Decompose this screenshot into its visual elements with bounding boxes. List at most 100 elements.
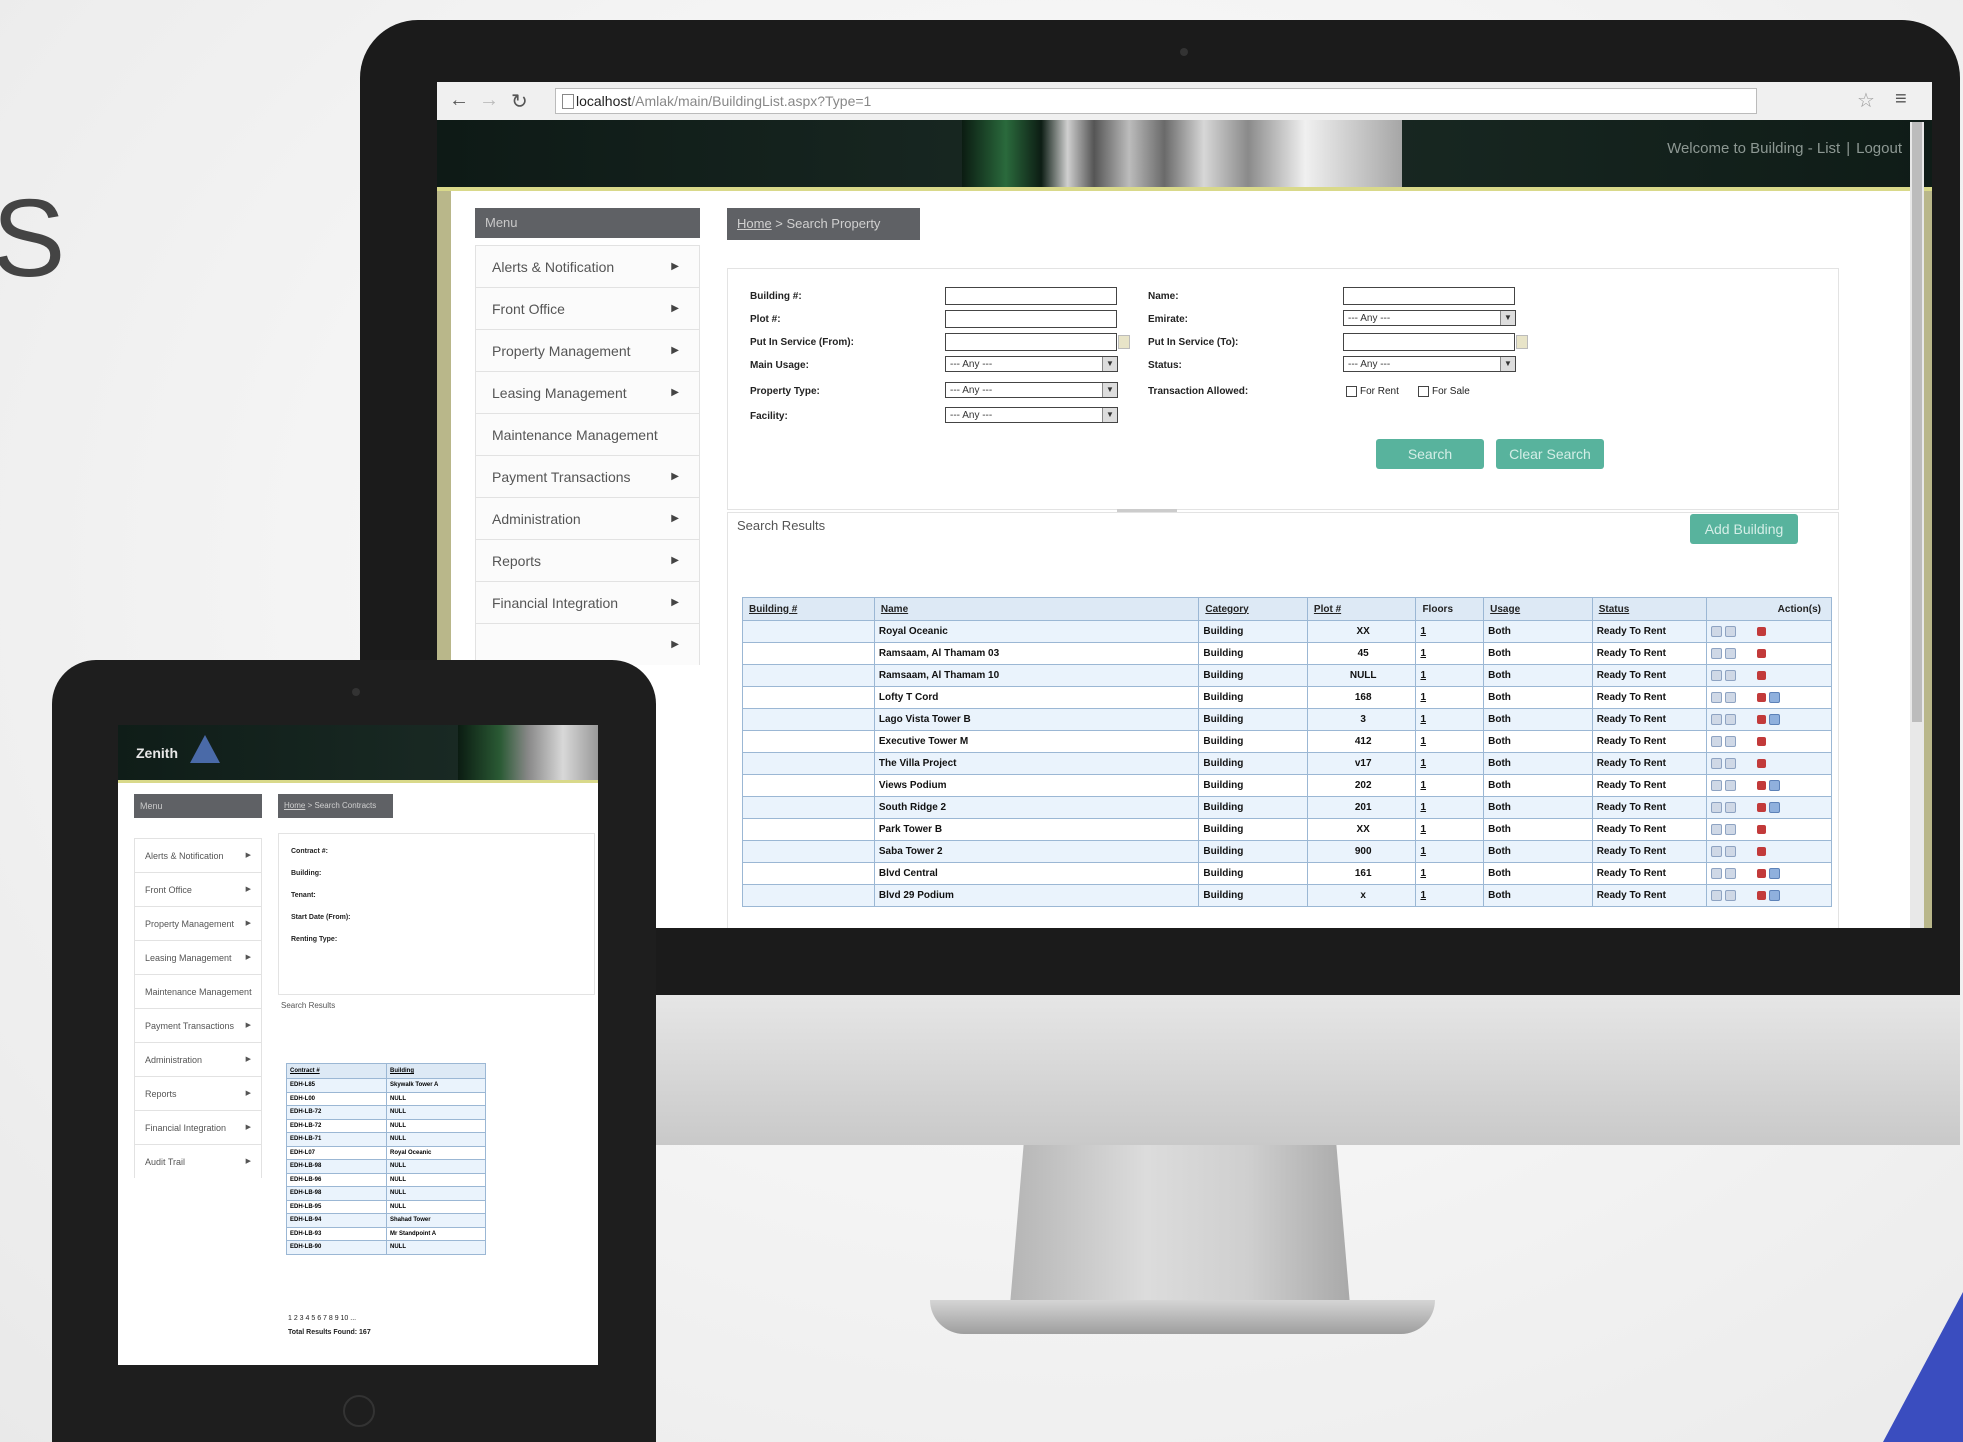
forward-icon[interactable]: →	[479, 89, 499, 112]
column-usage[interactable]: Usage	[1483, 597, 1593, 621]
edit-icon[interactable]	[1757, 670, 1767, 680]
status-select[interactable]: --- Any --- ▼	[1343, 356, 1516, 372]
approve-icon[interactable]	[1769, 713, 1781, 725]
emirate-select[interactable]: --- Any --- ▼	[1343, 310, 1516, 326]
floors-cell[interactable]: 1	[1415, 840, 1485, 863]
floors-cell[interactable]: 1	[1415, 620, 1485, 643]
put-in-service-from-input[interactable]	[945, 333, 1117, 351]
sidebar-item-administration[interactable]: Administration ▶	[475, 497, 700, 539]
floors-cell[interactable]: 1	[1415, 752, 1485, 775]
copy-icon[interactable]	[1725, 691, 1737, 703]
edit-icon[interactable]	[1757, 692, 1767, 702]
edit-icon[interactable]	[1757, 802, 1767, 812]
logout-link[interactable]: Logout	[1856, 140, 1902, 157]
clear-search-button[interactable]: Clear Search	[1496, 439, 1604, 469]
property-type-select[interactable]: --- Any --- ▼	[945, 382, 1118, 398]
sidebar-item-maintenance-management[interactable]: Maintenance Management	[475, 413, 700, 455]
sidebar-item-property-management[interactable]: Property Management ▶	[475, 329, 700, 371]
view-icon[interactable]	[1711, 845, 1723, 857]
copy-icon[interactable]	[1725, 889, 1737, 901]
edit-icon[interactable]	[1757, 846, 1767, 856]
view-icon[interactable]	[1711, 889, 1723, 901]
main-usage-select[interactable]: --- Any --- ▼	[945, 356, 1118, 372]
column-building-number[interactable]: Building #	[742, 597, 875, 621]
view-icon[interactable]	[1711, 779, 1723, 791]
tablet-sidebar-item[interactable]: Audit Trail ▶	[134, 1144, 262, 1178]
view-icon[interactable]	[1711, 757, 1723, 769]
floors-cell[interactable]: 1	[1415, 796, 1485, 819]
tablet-sidebar-item[interactable]: Alerts & Notification ▶	[134, 838, 262, 872]
sidebar-item-alerts[interactable]: Alerts & Notification ▶	[475, 245, 700, 287]
view-icon[interactable]	[1711, 735, 1723, 747]
scrollbar-thumb[interactable]	[1912, 122, 1922, 722]
view-icon[interactable]	[1711, 669, 1723, 681]
approve-icon[interactable]	[1769, 801, 1781, 813]
floors-cell[interactable]: 1	[1415, 642, 1485, 665]
view-icon[interactable]	[1711, 647, 1723, 659]
floors-cell[interactable]: 1	[1415, 774, 1485, 797]
copy-icon[interactable]	[1725, 735, 1737, 747]
back-icon[interactable]: ←	[449, 89, 469, 112]
floors-cell[interactable]: 1	[1415, 818, 1485, 841]
floors-cell[interactable]: 1	[1415, 708, 1485, 731]
column-category[interactable]: Category	[1198, 597, 1308, 621]
search-button[interactable]: Search	[1376, 439, 1484, 469]
put-in-service-to-input[interactable]	[1343, 333, 1515, 351]
tablet-sidebar-item[interactable]: Payment Transactions ▶	[134, 1008, 262, 1042]
edit-icon[interactable]	[1757, 868, 1767, 878]
view-icon[interactable]	[1711, 625, 1723, 637]
plot-number-input[interactable]	[945, 310, 1117, 328]
tablet-breadcrumb-home[interactable]: Home	[284, 801, 305, 810]
approve-icon[interactable]	[1769, 889, 1781, 901]
edit-icon[interactable]	[1757, 736, 1767, 746]
tablet-sidebar-item[interactable]: Reports ▶	[134, 1076, 262, 1110]
edit-icon[interactable]	[1757, 890, 1767, 900]
tablet-sidebar-item[interactable]: Leasing Management ▶	[134, 940, 262, 974]
copy-icon[interactable]	[1725, 823, 1737, 835]
calendar-icon[interactable]	[1516, 335, 1528, 349]
sidebar-item-more[interactable]: ▶	[475, 623, 700, 665]
approve-icon[interactable]	[1769, 779, 1781, 791]
calendar-icon[interactable]	[1118, 335, 1130, 349]
page-scrollbar[interactable]	[1910, 122, 1924, 928]
tablet-sidebar-item[interactable]: Property Management ▶	[134, 906, 262, 940]
for-rent-checkbox[interactable]	[1346, 386, 1357, 397]
edit-icon[interactable]	[1757, 648, 1767, 658]
sidebar-item-leasing-management[interactable]: Leasing Management ▶	[475, 371, 700, 413]
for-sale-checkbox[interactable]	[1418, 386, 1429, 397]
approve-icon[interactable]	[1769, 691, 1781, 703]
edit-icon[interactable]	[1757, 780, 1767, 790]
breadcrumb-home-link[interactable]: Home	[737, 216, 772, 231]
sidebar-item-reports[interactable]: Reports ▶	[475, 539, 700, 581]
view-icon[interactable]	[1711, 691, 1723, 703]
copy-icon[interactable]	[1725, 757, 1737, 769]
floors-cell[interactable]: 1	[1415, 730, 1485, 753]
floors-cell[interactable]: 1	[1415, 884, 1485, 907]
name-input[interactable]	[1343, 287, 1515, 305]
reload-icon[interactable]: ↻	[511, 89, 528, 114]
column-name[interactable]: Name	[873, 597, 1200, 621]
tablet-sidebar-item[interactable]: Front Office ▶	[134, 872, 262, 906]
view-icon[interactable]	[1711, 713, 1723, 725]
copy-icon[interactable]	[1725, 625, 1737, 637]
copy-icon[interactable]	[1725, 669, 1737, 681]
view-icon[interactable]	[1711, 801, 1723, 813]
view-icon[interactable]	[1711, 867, 1723, 879]
tablet-column-building[interactable]: Building	[386, 1063, 486, 1079]
facility-select[interactable]: --- Any --- ▼	[945, 407, 1118, 423]
bookmark-star-icon[interactable]: ☆	[1857, 88, 1875, 113]
tablet-sidebar-item[interactable]: Maintenance Management	[134, 974, 262, 1008]
sidebar-item-payment-transactions[interactable]: Payment Transactions ▶	[475, 455, 700, 497]
floors-cell[interactable]: 1	[1415, 686, 1485, 709]
tablet-column-contract[interactable]: Contract #	[286, 1063, 387, 1079]
approve-icon[interactable]	[1769, 867, 1781, 879]
edit-icon[interactable]	[1757, 626, 1767, 636]
copy-icon[interactable]	[1725, 845, 1737, 857]
column-plot[interactable]: Plot #	[1306, 597, 1417, 621]
edit-icon[interactable]	[1757, 824, 1767, 834]
tablet-sidebar-item[interactable]: Financial Integration ▶	[134, 1110, 262, 1144]
browser-menu-icon[interactable]: ≡	[1895, 88, 1907, 111]
building-number-input[interactable]	[945, 287, 1117, 305]
copy-icon[interactable]	[1725, 779, 1737, 791]
address-bar[interactable]: localhost/Amlak/main/BuildingList.aspx?T…	[555, 88, 1757, 114]
